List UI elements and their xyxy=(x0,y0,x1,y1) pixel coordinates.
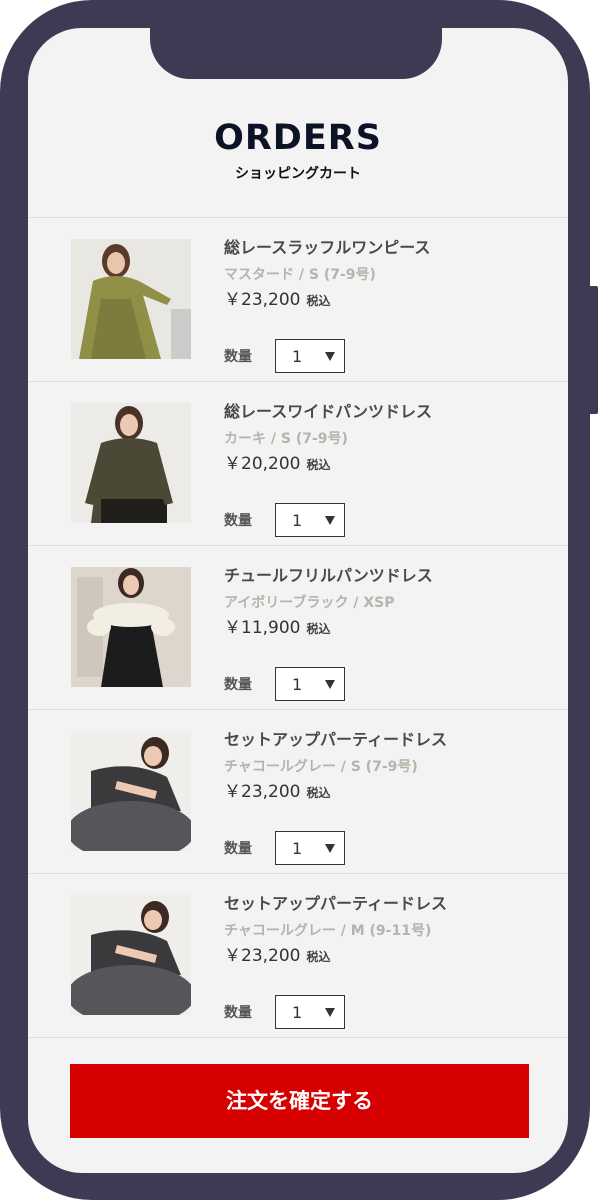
confirm-order-button[interactable]: 注文を確定する xyxy=(70,1064,529,1138)
item-info: セットアップパーティードレス チャコールグレー / S (7-9号) ￥23,2… xyxy=(224,728,544,806)
product-price: ￥11,900 xyxy=(224,618,301,638)
caret-down-icon xyxy=(325,516,335,525)
photo-accent xyxy=(151,618,175,636)
cart-item: セットアップパーティードレス チャコールグレー / M (9-11号) ￥23,… xyxy=(28,874,568,1038)
product-variant: マスタード / S (7-9号) xyxy=(224,267,376,283)
phone-side-button xyxy=(588,286,598,414)
photo-accent xyxy=(101,499,167,523)
product-image[interactable] xyxy=(71,895,191,1015)
product-image[interactable] xyxy=(71,239,191,359)
quantity-value: 1 xyxy=(292,1003,303,1022)
caret-down-icon xyxy=(325,680,335,689)
quantity-value: 1 xyxy=(292,675,303,694)
photo-accent xyxy=(71,965,191,1015)
product-price: ￥23,200 xyxy=(224,782,301,802)
product-price: ￥23,200 xyxy=(224,290,301,310)
cart-item: チュールフリルパンツドレス アイボリーブラック / XSP ￥11,900 税込 … xyxy=(28,546,568,710)
quantity-label: 数量 xyxy=(224,677,252,693)
product-photo-dress-icon xyxy=(71,895,191,1015)
product-image[interactable] xyxy=(71,731,191,851)
page-header: ORDERS ショッピングカート xyxy=(28,114,568,184)
item-info: 総レースラッフルワンピース マスタード / S (7-9号) ￥23,200 税込 xyxy=(224,236,544,314)
cart-item: 総レースラッフルワンピース マスタード / S (7-9号) ￥23,200 税込… xyxy=(28,218,568,382)
quantity-select[interactable]: 1 xyxy=(275,667,345,701)
product-name[interactable]: 総レースラッフルワンピース xyxy=(224,236,544,260)
photo-accent xyxy=(87,618,111,636)
product-name[interactable]: 総レースワイドパンツドレス xyxy=(224,400,544,424)
product-variant: アイボリーブラック / XSP xyxy=(224,595,395,611)
quantity-select[interactable]: 1 xyxy=(275,995,345,1029)
quantity-select[interactable]: 1 xyxy=(275,831,345,865)
product-photo-dress-icon xyxy=(71,239,191,359)
tax-label: 税込 xyxy=(306,622,331,636)
price-row: ￥23,200 税込 xyxy=(224,943,544,970)
price-row: ￥23,200 税込 xyxy=(224,779,544,806)
item-info: チュールフリルパンツドレス アイボリーブラック / XSP ￥11,900 税込 xyxy=(224,564,544,642)
product-variant: チャコールグレー / M (9-11号) xyxy=(224,923,432,939)
item-info: 総レースワイドパンツドレス カーキ / S (7-9号) ￥20,200 税込 xyxy=(224,400,544,478)
product-price: ￥20,200 xyxy=(224,454,301,474)
product-image[interactable] xyxy=(71,567,191,687)
phone-notch xyxy=(150,28,442,79)
caret-down-icon xyxy=(325,1008,335,1017)
product-name[interactable]: チュールフリルパンツドレス xyxy=(224,564,544,588)
photo-accent xyxy=(71,801,191,851)
page-subtitle: ショッピングカート xyxy=(235,166,361,182)
caret-down-icon xyxy=(325,844,335,853)
quantity-row: 数量 1 xyxy=(224,502,345,538)
caret-down-icon xyxy=(325,352,335,361)
quantity-label: 数量 xyxy=(224,513,252,529)
product-name[interactable]: セットアップパーティードレス xyxy=(224,892,544,916)
quantity-row: 数量 1 xyxy=(224,338,345,374)
price-row: ￥23,200 税込 xyxy=(224,287,544,314)
quantity-label: 数量 xyxy=(224,349,252,365)
quantity-select[interactable]: 1 xyxy=(275,339,345,373)
product-price: ￥23,200 xyxy=(224,946,301,966)
tax-label: 税込 xyxy=(306,294,331,308)
product-variant: カーキ / S (7-9号) xyxy=(224,431,348,447)
quantity-value: 1 xyxy=(292,347,303,366)
product-photo-dress-icon xyxy=(71,403,191,523)
quantity-row: 数量 1 xyxy=(224,666,345,702)
product-variant: チャコールグレー / S (7-9号) xyxy=(224,759,418,775)
price-row: ￥11,900 税込 xyxy=(224,615,544,642)
product-photo-dress-icon xyxy=(71,567,191,687)
product-photo-dress-icon xyxy=(71,731,191,851)
price-row: ￥20,200 税込 xyxy=(224,451,544,478)
quantity-label: 数量 xyxy=(224,841,252,857)
quantity-row: 数量 1 xyxy=(224,830,345,866)
quantity-value: 1 xyxy=(292,839,303,858)
product-name[interactable]: セットアップパーティードレス xyxy=(224,728,544,752)
item-info: セットアップパーティードレス チャコールグレー / M (9-11号) ￥23,… xyxy=(224,892,544,970)
tax-label: 税込 xyxy=(306,458,331,472)
quantity-select[interactable]: 1 xyxy=(275,503,345,537)
quantity-row: 数量 1 xyxy=(224,994,345,1030)
quantity-value: 1 xyxy=(292,511,303,530)
cart-item: セットアップパーティードレス チャコールグレー / S (7-9号) ￥23,2… xyxy=(28,710,568,874)
tax-label: 税込 xyxy=(306,950,331,964)
quantity-label: 数量 xyxy=(224,1005,252,1021)
screen: ORDERS ショッピングカート 総レースラッフルワンピース マスタード / S… xyxy=(28,28,568,1173)
cart-item: 総レースワイドパンツドレス カーキ / S (7-9号) ￥20,200 税込 数… xyxy=(28,382,568,546)
tax-label: 税込 xyxy=(306,786,331,800)
cart-item-list: 総レースラッフルワンピース マスタード / S (7-9号) ￥23,200 税込… xyxy=(28,217,568,1038)
page-title: ORDERS xyxy=(214,118,382,158)
product-image[interactable] xyxy=(71,403,191,523)
